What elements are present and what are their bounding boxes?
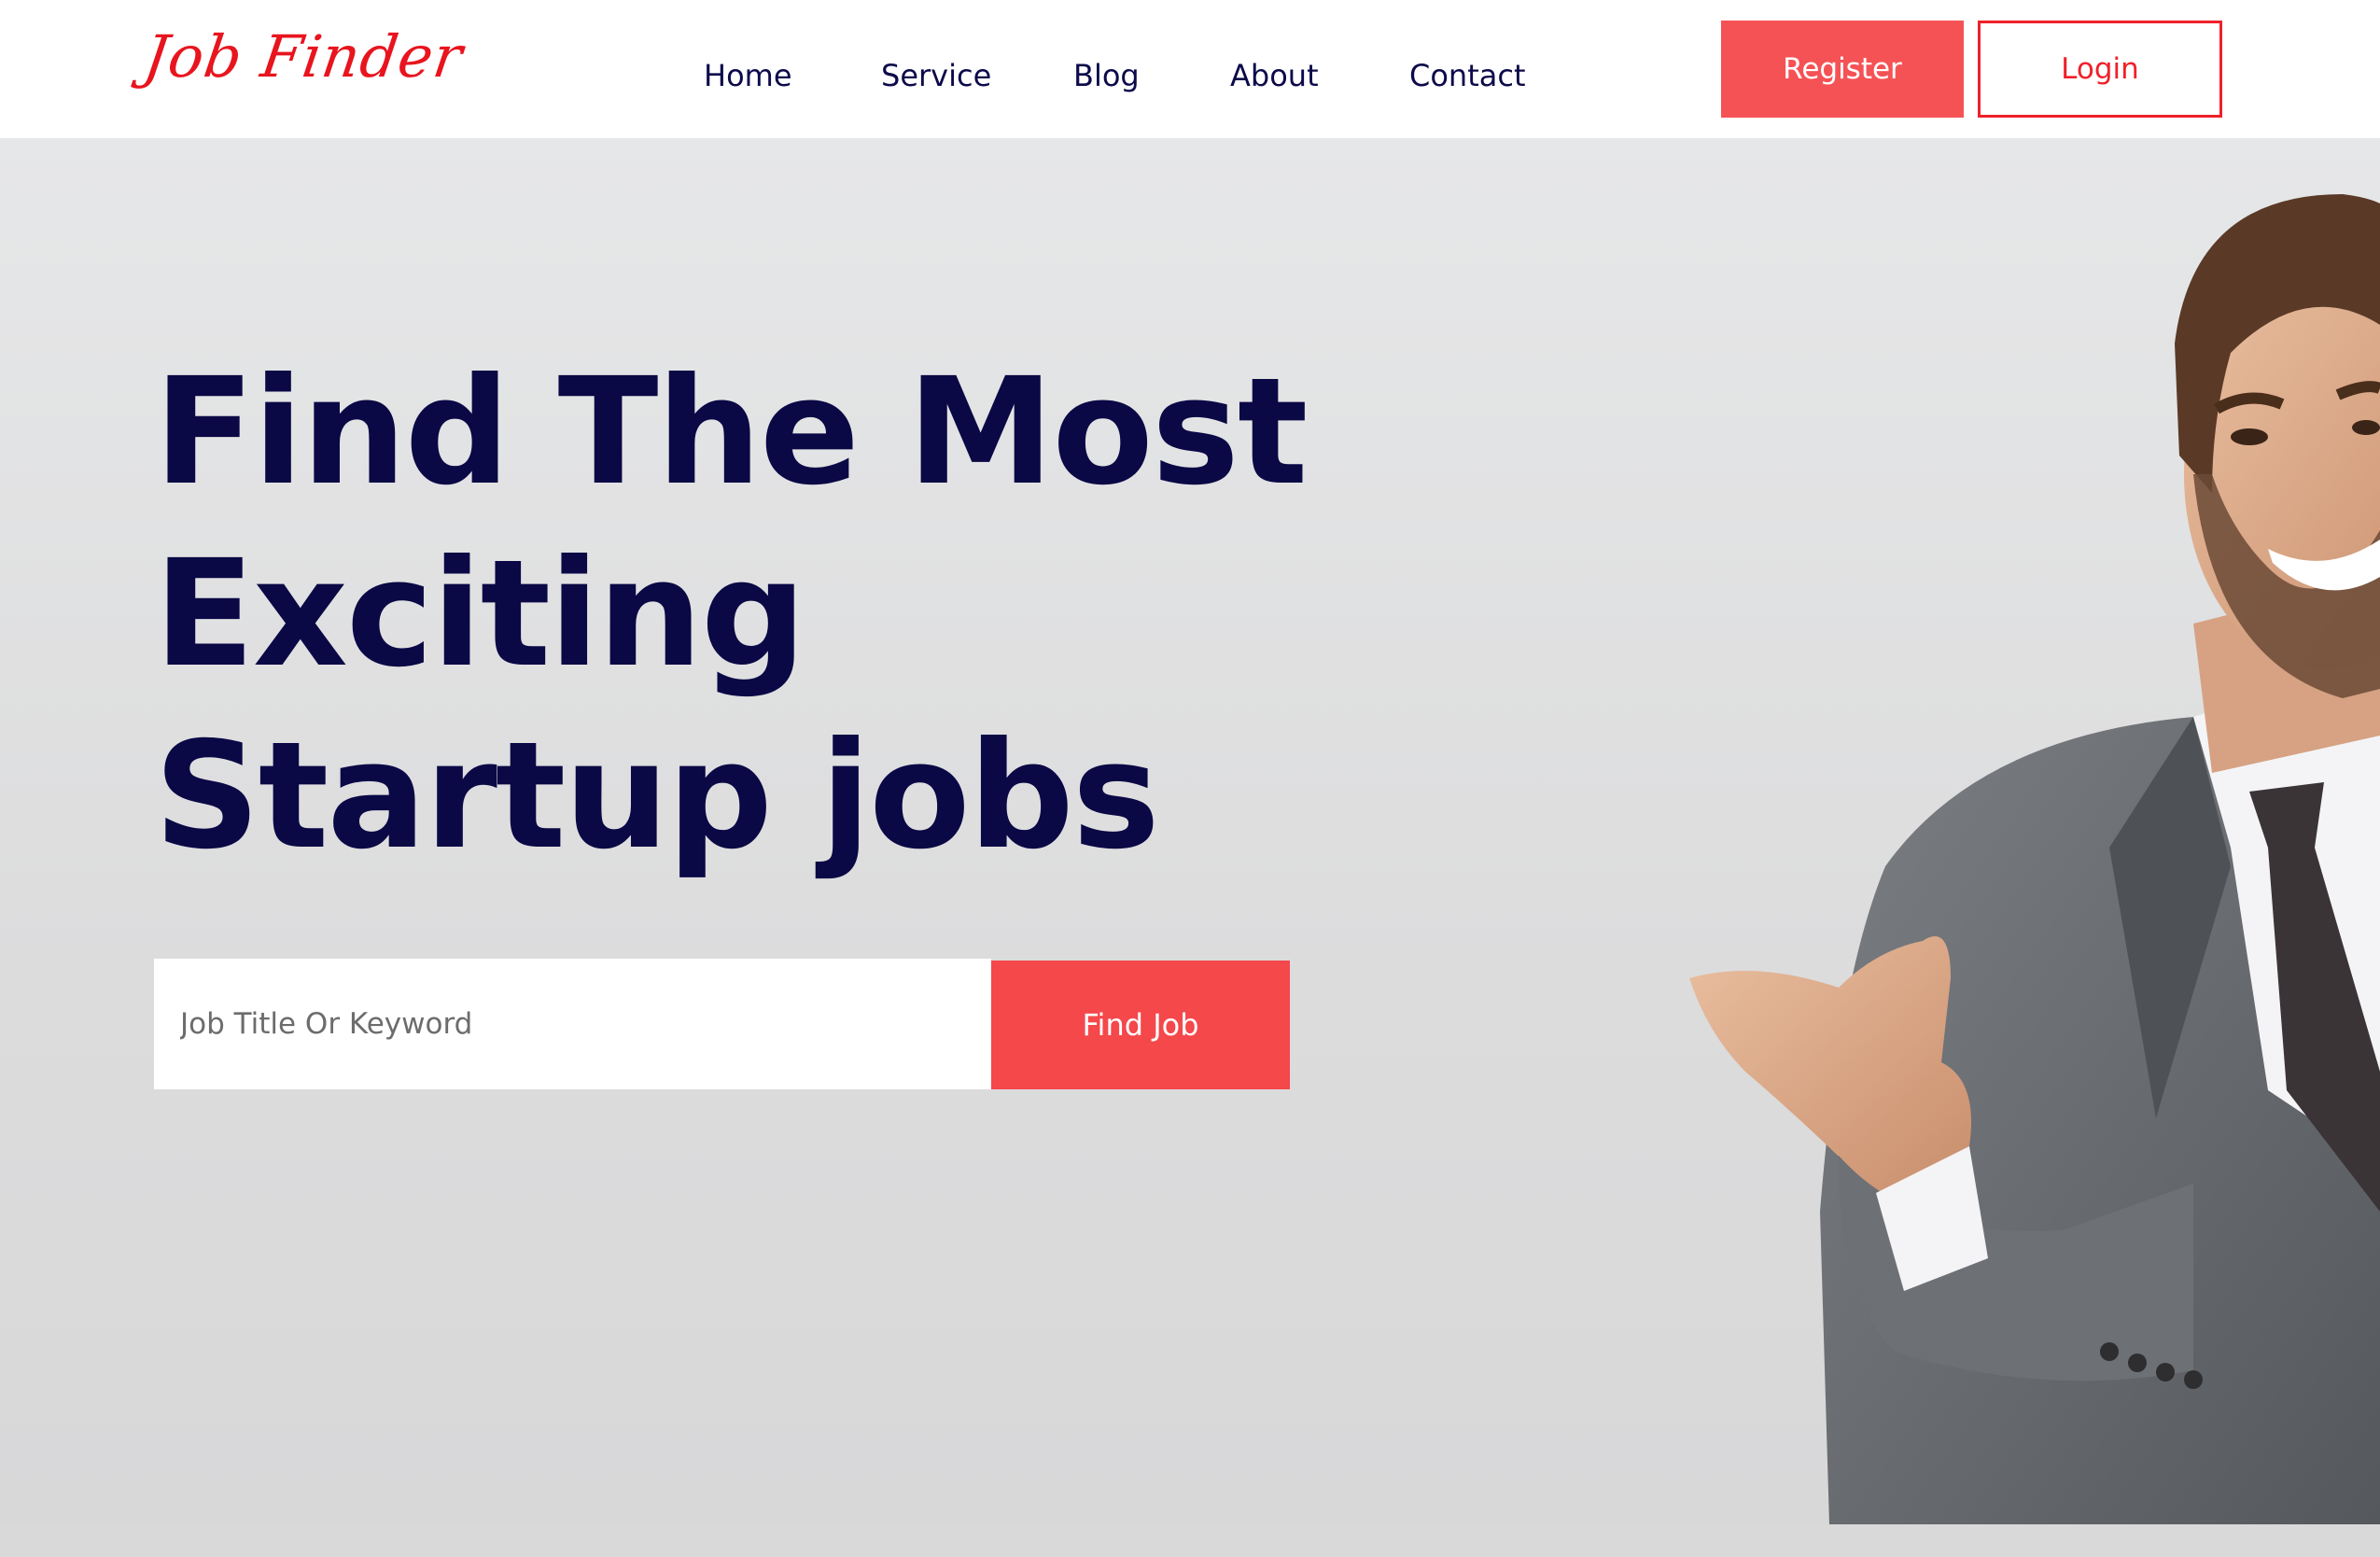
nav-about-link[interactable]: About <box>1230 58 1319 93</box>
job-search-input[interactable] <box>154 959 991 1089</box>
hero-person-image <box>1689 194 2380 1524</box>
nav-contact-link[interactable]: Contact <box>1409 58 1526 93</box>
nav-service-link[interactable]: Service <box>881 58 991 93</box>
job-search-form <box>154 959 991 1089</box>
site-logo[interactable]: Job Finder <box>140 22 468 91</box>
hero-section: Find The Most Exciting Startup jobs Find… <box>0 138 2380 1524</box>
register-button[interactable]: Register <box>1721 21 1964 118</box>
nav-home-link[interactable]: Home <box>704 58 792 93</box>
hero-title-line-3: Startup jobs <box>154 710 1160 882</box>
nav-blog-link[interactable]: Blog <box>1073 58 1140 93</box>
login-button[interactable]: Login <box>1978 21 2222 118</box>
site-header: Job Finder Home Service Blog About Conta… <box>0 0 2380 138</box>
hero-title: Find The Most Exciting Startup jobs <box>154 342 1308 888</box>
hero-title-line-2: Exciting <box>154 528 806 700</box>
hero-title-line-1: Find The Most <box>154 346 1308 518</box>
bottom-band <box>0 1524 2380 1557</box>
find-job-button[interactable]: Find Job <box>991 961 1290 1089</box>
